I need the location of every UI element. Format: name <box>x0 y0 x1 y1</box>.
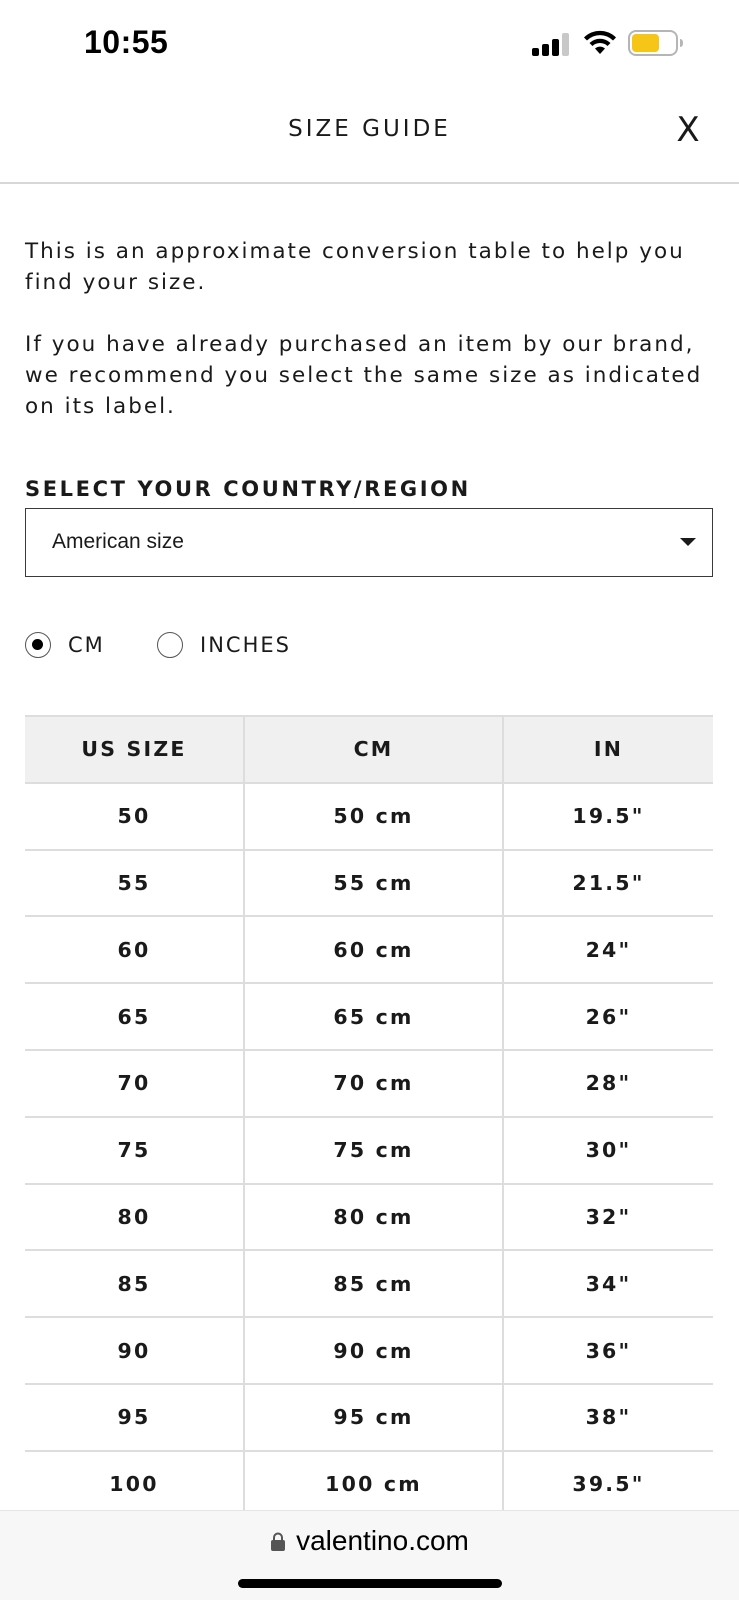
cm-cell: 60 cm <box>243 916 503 985</box>
in-cell: 38" <box>502 1383 713 1452</box>
country-select-value: American size <box>52 530 184 553</box>
column-header-cm: CM <box>243 715 503 784</box>
close-button[interactable]: X <box>668 110 708 150</box>
browser-bottom-bar: valentino.com <box>0 1510 739 1600</box>
table-row: 55 55 cm 21.5" <box>25 849 713 918</box>
cm-cell: 70 cm <box>243 1049 503 1118</box>
us-size-cell: 100 <box>25 1450 244 1519</box>
url-text: valentino.com <box>296 1525 469 1556</box>
wifi-icon <box>584 30 616 54</box>
in-cell: 32" <box>502 1183 713 1252</box>
table-header-row: US SIZE CM IN <box>25 715 713 784</box>
radio-inches-label: INCHES <box>200 633 291 657</box>
in-cell: 34" <box>502 1250 713 1319</box>
table-row: 70 70 cm 28" <box>25 1049 713 1118</box>
country-select[interactable]: American size <box>25 508 713 577</box>
radio-checked-icon <box>25 632 51 658</box>
table-row: 85 85 cm 34" <box>25 1250 713 1319</box>
us-size-cell: 95 <box>25 1383 244 1452</box>
us-size-cell: 80 <box>25 1183 244 1252</box>
caret-down-icon <box>680 538 696 546</box>
us-size-cell: 60 <box>25 916 244 985</box>
cm-cell: 95 cm <box>243 1383 503 1452</box>
in-cell: 26" <box>502 983 713 1051</box>
cm-cell: 85 cm <box>243 1250 503 1319</box>
table-row: 65 65 cm 26" <box>25 983 713 1051</box>
table-row: 95 95 cm 38" <box>25 1383 713 1452</box>
us-size-cell: 55 <box>25 849 244 918</box>
page-title: SIZE GUIDE <box>288 116 451 142</box>
modal-header: SIZE GUIDE X <box>0 88 739 184</box>
radio-cm-label: CM <box>68 633 105 657</box>
home-indicator[interactable] <box>238 1579 502 1588</box>
us-size-cell: 90 <box>25 1317 244 1385</box>
us-size-cell: 70 <box>25 1049 244 1118</box>
table-row: 75 75 cm 30" <box>25 1116 713 1185</box>
table-row: 100 100 cm 39.5" <box>25 1450 713 1519</box>
radio-unchecked-icon <box>157 632 183 658</box>
intro-text: This is an approximate conversion table … <box>25 236 715 422</box>
us-size-cell: 50 <box>25 782 244 851</box>
in-cell: 28" <box>502 1049 713 1118</box>
radio-cm[interactable]: CM <box>25 630 135 662</box>
in-cell: 21.5" <box>502 849 713 918</box>
in-cell: 39.5" <box>502 1450 713 1519</box>
cm-cell: 55 cm <box>243 849 503 918</box>
us-size-cell: 75 <box>25 1116 244 1185</box>
table-row: 60 60 cm 24" <box>25 916 713 985</box>
battery-icon <box>628 30 683 56</box>
cm-cell: 75 cm <box>243 1116 503 1185</box>
in-cell: 30" <box>502 1116 713 1185</box>
cm-cell: 65 cm <box>243 983 503 1051</box>
status-bar: 10:55 <box>0 0 739 88</box>
address-bar[interactable]: valentino.com <box>0 1525 739 1557</box>
table-row: 90 90 cm 36" <box>25 1317 713 1385</box>
status-time: 10:55 <box>84 24 169 60</box>
column-header-in: IN <box>502 715 713 784</box>
table-row: 50 50 cm 19.5" <box>25 782 713 851</box>
country-select-label: SELECT YOUR COUNTRY/REGION <box>25 477 471 501</box>
intro-paragraph-1: This is an approximate conversion table … <box>25 239 685 295</box>
radio-inches[interactable]: INCHES <box>157 630 317 662</box>
us-size-cell: 65 <box>25 983 244 1051</box>
cm-cell: 50 cm <box>243 782 503 851</box>
cm-cell: 100 cm <box>243 1450 503 1519</box>
size-table: US SIZE CM IN 50 50 cm 19.5" 55 55 cm 21… <box>25 715 713 1519</box>
cm-cell: 80 cm <box>243 1183 503 1252</box>
column-header-us-size: US SIZE <box>25 715 244 784</box>
cm-cell: 90 cm <box>243 1317 503 1385</box>
in-cell: 36" <box>502 1317 713 1385</box>
table-row: 80 80 cm 32" <box>25 1183 713 1252</box>
intro-paragraph-2: If you have already purchased an item by… <box>25 332 703 419</box>
cellular-signal-icon <box>532 32 572 56</box>
us-size-cell: 85 <box>25 1250 244 1319</box>
in-cell: 24" <box>502 916 713 985</box>
in-cell: 19.5" <box>502 782 713 851</box>
lock-icon <box>271 1532 286 1551</box>
